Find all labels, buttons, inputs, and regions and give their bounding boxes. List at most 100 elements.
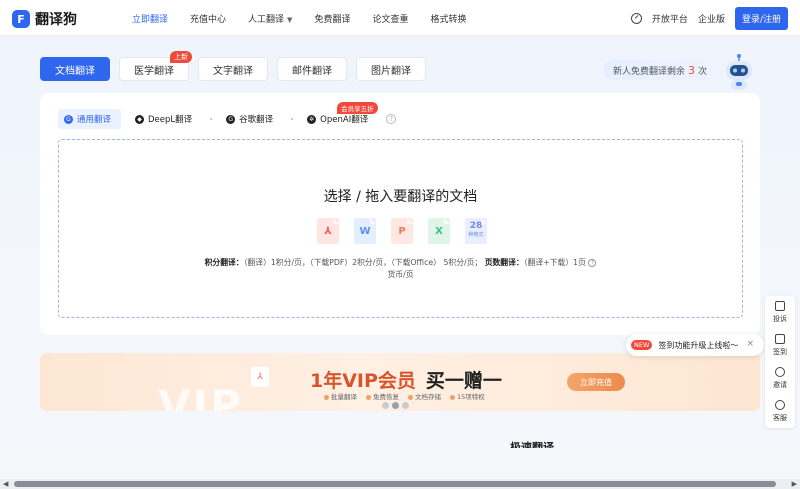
feature-privileges: 15项特权 <box>450 391 485 401</box>
help-icon[interactable]: ? <box>386 114 397 124</box>
feature-batch: 批量翻译 <box>324 391 357 401</box>
scroll-right-icon[interactable]: ▶ <box>792 480 797 488</box>
more-formats-icon: 28 种格式 <box>465 218 487 244</box>
divider-dot <box>210 118 213 120</box>
tab-text-translation[interactable]: 文字翻译 <box>198 57 268 81</box>
logo[interactable]: F 翻译狗 <box>12 9 77 29</box>
engine-openai[interactable]: ✲ OpenAI翻译 会员享五折 <box>307 102 378 125</box>
nav-human-translation[interactable]: 人工翻译 ▼ <box>248 12 292 25</box>
checkin-toast: NEW 签到功能升级上线啦～ × <box>626 334 764 356</box>
points-label: 积分翻译： <box>204 258 244 267</box>
logo-icon: F <box>12 10 30 28</box>
more-formats-label: 种格式 <box>468 232 484 238</box>
free-pill-prefix: 新人免费翻译剩余 <box>612 66 685 77</box>
scroll-left-icon[interactable]: ◀ <box>3 480 8 488</box>
main-nav: 立即翻译 充值中心 人工翻译 ▼ 免费翻译 论文查重 格式转换 <box>132 0 488 36</box>
tab-email-translation[interactable]: 邮件翻译 <box>277 57 347 81</box>
google-icon: G <box>226 114 236 124</box>
nav-plagiarism-check[interactable]: 论文查重 <box>372 12 408 25</box>
horizontal-scrollbar[interactable]: ◀ ▶ <box>0 479 800 489</box>
engine-deepl-label: DeepL翻译 <box>148 115 193 125</box>
member-discount-badge: 会员享五折 <box>337 102 378 114</box>
complaint-label: 投诉 <box>773 315 787 323</box>
translation-card: G 通用翻译 ◆ DeepL翻译 G 谷歌翻译 ✲ OpenAI翻译 会员享五折… <box>40 93 760 335</box>
dashboard-icon[interactable] <box>630 13 642 24</box>
close-icon[interactable]: × <box>746 339 754 349</box>
side-toolbar: 投诉 签到 邀请 客服 <box>765 296 795 428</box>
pdf-file-icon: ⅄ <box>317 218 339 244</box>
carousel-dot[interactable] <box>382 402 389 409</box>
file-drop-zone[interactable]: 选择 / 拖入要翻译的文档 ⅄ W P X 28 种格式 积分翻译：（翻译）1积… <box>58 139 743 318</box>
new-badge: NEW <box>631 340 653 350</box>
deepl-icon: ◆ <box>135 114 145 124</box>
banner-title-accent: 买一赠一 <box>425 370 502 392</box>
banner-features: 批量翻译 免费恢复 文档存储 15项特权 <box>324 391 494 401</box>
invite-icon <box>775 367 785 377</box>
engine-deepl[interactable]: ◆ DeepL翻译 <box>135 113 192 125</box>
nav-format-convert[interactable]: 格式转换 <box>430 12 466 25</box>
recharge-now-button[interactable]: 立即充值 <box>567 373 625 391</box>
openai-icon: ✲ <box>307 114 317 124</box>
divider-dot <box>291 118 294 120</box>
pdf-file-icon: ⅄ <box>251 367 269 387</box>
invite-button[interactable]: 邀请 <box>765 362 795 395</box>
checkin-label: 签到 <box>773 348 787 356</box>
tab-medical-translation[interactable]: 医学翻译 上新 <box>119 51 192 81</box>
chevron-down-icon: ▼ <box>287 15 293 24</box>
scrollbar-thumb[interactable] <box>14 481 776 487</box>
nav-free-translation[interactable]: 免费翻译 <box>314 12 350 25</box>
nav-recharge[interactable]: 充值中心 <box>190 12 226 25</box>
open-platform-link[interactable]: 开放平台 <box>652 12 688 25</box>
points-text: （翻译）1积分/页，（下载PDF）2积分/页，（下载Office） 5积分/页； <box>243 258 483 267</box>
pages-text: （翻译+下载）1页 <box>523 258 586 267</box>
ppt-file-icon: P <box>391 218 413 244</box>
pricing-line2: 货币/页 <box>387 270 414 279</box>
customer-service-label: 客服 <box>773 414 787 422</box>
carousel-dots <box>382 402 412 409</box>
category-tabs: 文档翻译 医学翻译 上新 文字翻译 邮件翻译 图片翻译 <box>40 51 435 81</box>
more-formats-count: 28 <box>469 221 483 231</box>
top-header: F 翻译狗 立即翻译 充值中心 人工翻译 ▼ 免费翻译 论文查重 格式转换 开放平… <box>0 0 800 36</box>
engine-google[interactable]: G 谷歌翻译 <box>226 113 273 125</box>
engine-general[interactable]: G 通用翻译 <box>58 109 122 129</box>
free-pill-count: 3 <box>688 63 695 77</box>
banner-title-main: 1年VIP会员 <box>310 370 416 392</box>
tab-document-translation[interactable]: 文档翻译 <box>40 57 110 81</box>
header-right: 开放平台 企业版 登录/注册 <box>630 7 788 30</box>
carousel-dot-active[interactable] <box>392 402 399 409</box>
enterprise-link[interactable]: 企业版 <box>698 12 725 25</box>
drop-zone-title: 选择 / 拖入要翻译的文档 <box>323 189 478 205</box>
pricing-help-icon[interactable]: ? <box>588 259 597 267</box>
checkin-button[interactable]: 签到 <box>765 329 795 362</box>
invite-label: 邀请 <box>773 381 787 389</box>
engine-openai-label: OpenAI翻译 <box>320 115 369 125</box>
free-translation-remaining: 新人免费翻译剩余 3 次 <box>603 60 717 80</box>
tab-medical-translation-label: 医学翻译 <box>134 65 174 77</box>
pricing-info: 积分翻译：（翻译）1积分/页，（下载PDF）2积分/页，（下载Office） 5… <box>59 257 742 281</box>
general-engine-icon: G <box>64 114 73 124</box>
tab-image-translation[interactable]: 图片翻译 <box>356 57 426 81</box>
engine-tabs: G 通用翻译 ◆ DeepL翻译 G 谷歌翻译 ✲ OpenAI翻译 会员享五折… <box>58 102 397 129</box>
carousel-dot[interactable] <box>402 402 409 409</box>
engine-general-label: 通用翻译 <box>77 115 112 125</box>
excel-file-icon: X <box>428 218 450 244</box>
headset-icon <box>775 400 785 410</box>
nav-translate-now[interactable]: 立即翻译 <box>132 12 168 25</box>
logo-text: 翻译狗 <box>35 12 77 28</box>
toast-text: 签到功能升级上线啦～ <box>658 340 739 350</box>
new-badge: 上新 <box>170 51 192 63</box>
customer-service-button[interactable]: 客服 <box>765 395 795 428</box>
feature-recover: 免费恢复 <box>366 391 399 401</box>
complaint-button[interactable]: 投诉 <box>765 296 795 329</box>
login-register-button[interactable]: 登录/注册 <box>734 7 788 30</box>
engine-google-label: 谷歌翻译 <box>239 115 274 125</box>
banner-title: 1年VIP会员 买一赠一 <box>310 366 502 393</box>
complaint-icon <box>775 301 785 311</box>
pages-label: 页数翻译： <box>484 258 524 267</box>
word-file-icon: W <box>354 218 376 244</box>
section-title: 极速翻译 <box>510 441 554 448</box>
feature-storage: 文档存储 <box>408 391 441 401</box>
banner-vip-graphic: VIP <box>158 381 243 411</box>
robot-mascot-icon[interactable] <box>722 52 756 92</box>
checkin-icon <box>775 334 785 344</box>
